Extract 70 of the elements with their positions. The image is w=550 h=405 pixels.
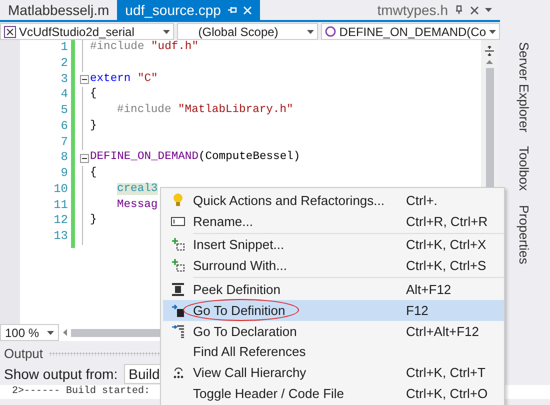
code-text: #include [117, 104, 172, 116]
call-hierarchy-icon [172, 366, 184, 379]
side-tab[interactable]: Properties [516, 205, 532, 264]
code-text: } [90, 120, 97, 132]
code-text: Messag [117, 198, 158, 210]
pin-icon[interactable] [454, 5, 464, 15]
code-text: "MatlabLibrary.h" [178, 104, 294, 116]
code-text: DEFINE_ON_DEMAND [90, 151, 198, 164]
go-to-definition-icon [172, 304, 184, 317]
field-label: Show output from: [4, 366, 118, 382]
side-tab[interactable]: Server Explorer [516, 42, 532, 132]
lightbulb-icon [173, 193, 183, 208]
dropdown-caret-icon [307, 30, 314, 34]
line-number: 13 [54, 229, 68, 243]
rename-icon [171, 216, 185, 226]
collapse-icon[interactable] [80, 74, 88, 84]
split-icon[interactable] [485, 46, 494, 56]
zoom-dropdown[interactable]: 100 % [0, 324, 60, 341]
menu-item[interactable]: Rename... Ctrl+R, Ctrl+R [163, 210, 504, 232]
panel-title: Output [4, 346, 44, 361]
line-number: 3 [60, 72, 68, 86]
project-dropdown[interactable]: VcUdfStudio2d_serial [0, 23, 174, 40]
close-icon[interactable] [470, 6, 479, 14]
code-text: extern [90, 72, 132, 84]
dropdown-caret-icon [489, 30, 496, 34]
scroll-left-icon[interactable] [63, 329, 68, 336]
code-text: { [90, 88, 97, 100]
project-icon [4, 26, 16, 38]
dropdown-caret-icon [47, 330, 54, 334]
dropdown-caret-icon [163, 30, 170, 34]
code-text: (ComputeBessel) [198, 151, 300, 164]
function-icon [325, 26, 336, 37]
tab-list-icon [485, 8, 492, 12]
surround-icon [172, 259, 184, 272]
menu-item[interactable]: Quick Actions and Refactorings... Ctrl+. [163, 190, 504, 211]
code-text: #include [90, 41, 146, 53]
code-text: } [90, 214, 97, 226]
code-text: "udf.h" [151, 41, 198, 53]
menu-item[interactable]: Go To Declaration Ctrl+Alt+F12 [163, 320, 504, 342]
line-number: 2 [60, 56, 68, 70]
scrollbar-thumb[interactable] [71, 328, 160, 336]
peek-icon [172, 283, 184, 296]
member-dropdown[interactable]: DEFINE_ON_DEMAND(Co [321, 23, 500, 40]
collapse-icon[interactable] [80, 154, 88, 163]
menu-item[interactable]: Go To Definition F12 [163, 300, 504, 321]
menu-item[interactable]: Surround With... Ctrl+K, Ctrl+S [163, 255, 504, 276]
scope-dropdown[interactable]: (Global Scope) [177, 23, 318, 40]
output-text: 2>------ Build started: [12, 386, 150, 397]
line-number: 9 [60, 166, 68, 180]
scroll-up-icon[interactable] [486, 60, 493, 64]
line-number: 11 [54, 198, 68, 212]
code-text: "C" [137, 72, 158, 84]
menu-item[interactable]: View Call Hierarchy Ctrl+K, Ctrl+T [163, 362, 504, 384]
line-number: 5 [60, 103, 68, 117]
menu-item[interactable]: Find All References [163, 342, 504, 362]
code-text: { [90, 167, 97, 179]
line-number: 7 [60, 134, 68, 148]
line-number: 8 [60, 150, 68, 164]
line-number: 10 [54, 182, 68, 196]
code-text: creal3 [117, 182, 158, 195]
snippet-icon [172, 238, 184, 252]
go-to-declaration-icon [172, 324, 184, 338]
menu-item[interactable]: Toggle Header / Code File Ctrl+K, Ctrl+O [163, 383, 504, 404]
menu-item[interactable]: Peek Definition Alt+F12 [163, 279, 504, 300]
line-number: 6 [60, 118, 68, 133]
line-number: 12 [54, 213, 68, 228]
line-number: 4 [60, 87, 68, 102]
line-number: 1 [60, 40, 68, 54]
menu-item[interactable]: Insert Snippet... Ctrl+K, Ctrl+X [163, 234, 504, 256]
side-tab[interactable]: Toolbox [516, 146, 532, 192]
